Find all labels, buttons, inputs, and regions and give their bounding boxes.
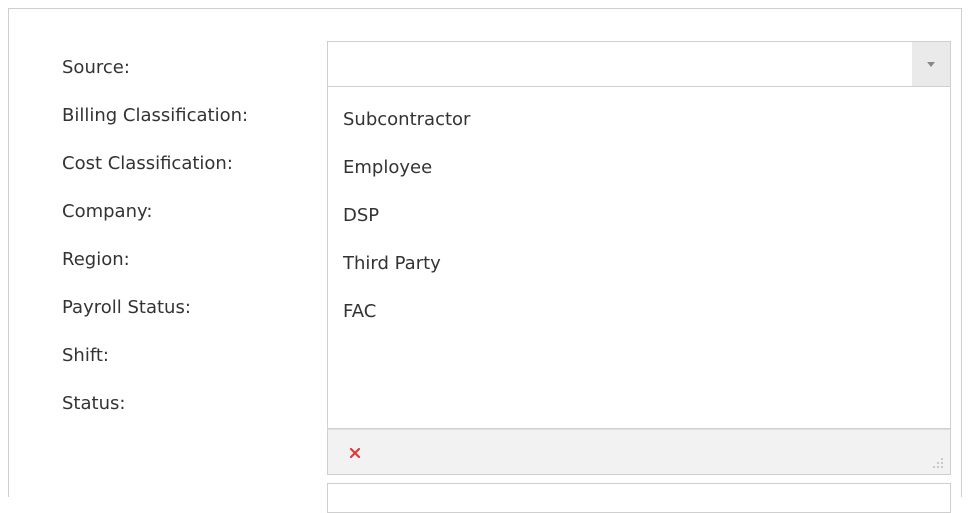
source-dropdown-list: Subcontractor Employee DSP Third Party F… xyxy=(327,87,951,429)
clear-button[interactable] xyxy=(346,441,364,463)
option-dsp[interactable]: DSP xyxy=(343,205,379,226)
label-region: Region: xyxy=(62,249,130,270)
next-field-input[interactable] xyxy=(327,483,951,513)
close-icon xyxy=(349,443,361,462)
cut-off-label xyxy=(62,491,98,497)
label-billing-classification: Billing Classification: xyxy=(62,105,249,126)
dropdown-toggle-button[interactable] xyxy=(912,42,950,86)
chevron-down-icon xyxy=(927,61,935,67)
label-company: Company: xyxy=(62,201,153,222)
dropdown-footer xyxy=(327,429,951,475)
form-panel: Source: Billing Classification: Cost Cla… xyxy=(8,8,962,513)
option-employee[interactable]: Employee xyxy=(343,157,432,178)
label-source: Source: xyxy=(62,57,130,78)
option-fac[interactable]: FAC xyxy=(343,301,376,322)
source-dropdown[interactable] xyxy=(327,41,951,87)
label-shift: Shift: xyxy=(62,345,109,366)
label-status: Status: xyxy=(62,393,126,414)
option-third-party[interactable]: Third Party xyxy=(343,253,441,274)
label-cost-classification: Cost Classification: xyxy=(62,153,233,174)
option-subcontractor[interactable]: Subcontractor xyxy=(343,109,470,130)
label-payroll-status: Payroll Status: xyxy=(62,297,191,318)
resize-grip-icon[interactable] xyxy=(930,454,944,468)
